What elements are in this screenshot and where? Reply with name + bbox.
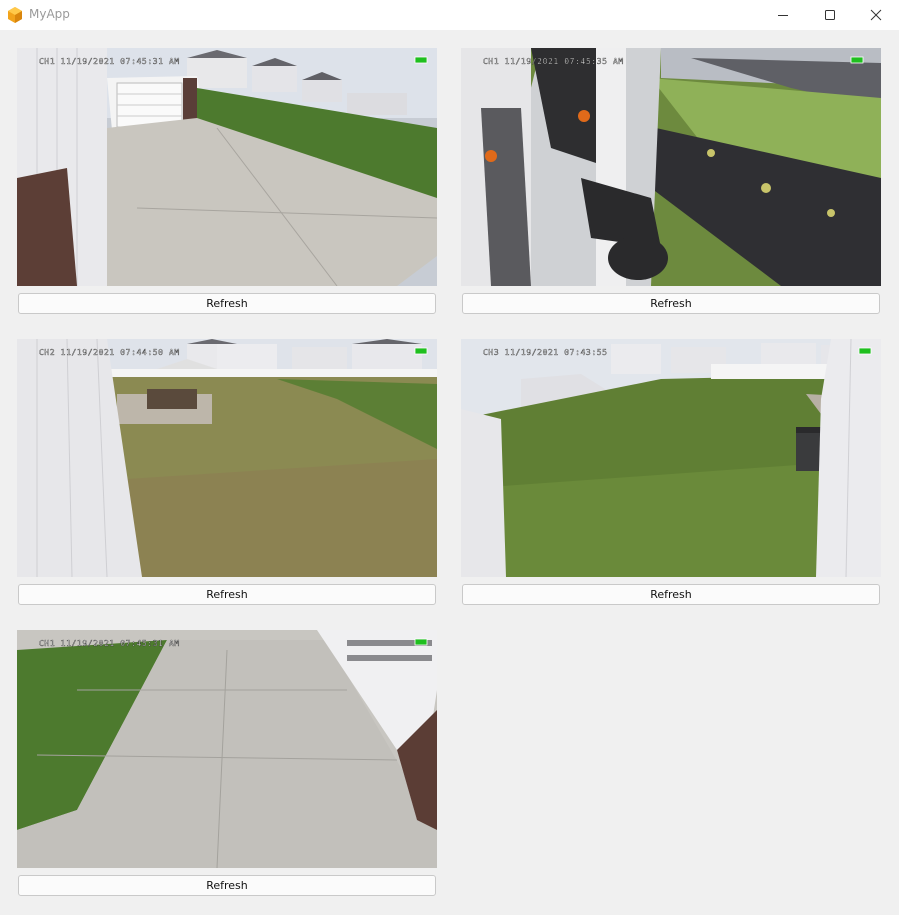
camera-feed-4: CH3 11/19/2021 07:43:55: [461, 339, 881, 577]
camera-feed-2: CH1 11/19/2021 07:45:35 AM: [461, 48, 881, 286]
minimize-button[interactable]: [760, 0, 806, 30]
refresh-button-camera-5[interactable]: Refresh: [18, 875, 436, 896]
maximize-button[interactable]: [807, 0, 853, 30]
minimize-icon: [778, 15, 788, 16]
app-cube-icon: [8, 7, 22, 23]
maximize-icon: [825, 10, 835, 20]
refresh-button-camera-4[interactable]: Refresh: [462, 584, 880, 605]
camera-5-timestamp: CH1 11/19/2021 07:45:31 AM: [39, 639, 180, 648]
window-title: MyApp: [29, 7, 70, 21]
close-icon: [870, 9, 882, 21]
camera-feed-5: CH1 11/19/2021 07:45:31 AM: [17, 630, 437, 868]
camera-3-timestamp: CH2 11/19/2021 07:44:50 AM: [39, 348, 180, 357]
refresh-button-camera-2[interactable]: Refresh: [462, 293, 880, 314]
camera-feed-3: CH2 11/19/2021 07:44:50 AM: [17, 339, 437, 577]
refresh-button-camera-3[interactable]: Refresh: [18, 584, 436, 605]
refresh-button-camera-1[interactable]: Refresh: [18, 293, 436, 314]
close-button[interactable]: [853, 0, 899, 30]
camera-4-timestamp: CH3 11/19/2021 07:43:55: [483, 348, 608, 357]
camera-2-timestamp: CH1 11/19/2021 07:45:35 AM: [483, 57, 624, 66]
title-bar: MyApp: [0, 0, 899, 30]
camera-1-timestamp: CH1 11/19/2021 07:45:31 AM: [39, 57, 180, 66]
camera-feed-1: CH1 11/19/2021 07:45:31 AM: [17, 48, 437, 286]
